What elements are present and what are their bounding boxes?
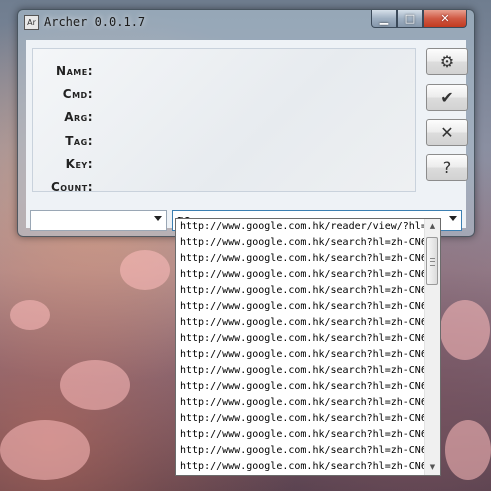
- checkmark-icon: ✔: [440, 88, 454, 107]
- scroll-down-icon[interactable]: ▼: [425, 460, 440, 475]
- window-title: Archer 0.0.1.7: [44, 15, 146, 29]
- desktop-wallpaper: Ar Archer 0.0.1.7 ▁ □ ✕ Name: Cmd: Arg: …: [0, 0, 491, 491]
- category-combo[interactable]: [30, 210, 167, 231]
- minimize-button[interactable]: ▁: [371, 10, 397, 28]
- maximize-button[interactable]: □: [397, 10, 423, 28]
- key-label: Key:: [65, 157, 93, 171]
- window-controls: ▁ □ ✕: [371, 10, 467, 29]
- list-item[interactable]: http://www.google.com.hk/search?hl=zh-CN…: [176, 251, 426, 267]
- close-icon: ✕: [440, 123, 454, 142]
- list-item[interactable]: http://www.google.com.hk/search?hl=zh-CN…: [176, 443, 426, 459]
- scroll-up-icon[interactable]: ▲: [425, 219, 440, 234]
- help-button[interactable]: ?: [426, 154, 468, 181]
- dropdown-scrollbar[interactable]: ▲ ▼: [424, 219, 440, 475]
- client-area: Name: Cmd: Arg: Tag: Key: Count: ⚙ ✔ ✕ ?: [26, 40, 468, 231]
- wallpaper-blossom: [0, 420, 90, 480]
- list-item[interactable]: http://www.google.com.hk/search?hl=zh-CN…: [176, 331, 426, 347]
- wallpaper-blossom: [60, 360, 130, 410]
- wallpaper-blossom: [10, 300, 50, 330]
- list-item[interactable]: http://www.google.com.hk/search?hl=zh-CN…: [176, 411, 426, 427]
- list-item[interactable]: http://www.google.com.hk/search?hl=zh-CN…: [176, 283, 426, 299]
- scrollbar-thumb[interactable]: [426, 237, 438, 285]
- name-label: Name:: [56, 64, 93, 78]
- wallpaper-blossom: [445, 420, 491, 480]
- list-item[interactable]: http://www.google.com.hk/search?hl=zh-CN…: [176, 235, 426, 251]
- info-panel: Name: Cmd: Arg: Tag: Key: Count:: [32, 48, 416, 194]
- list-item[interactable]: http://www.google.com.hk/reader/view/?hl…: [176, 219, 426, 235]
- suggestion-dropdown[interactable]: http://www.google.com.hk/reader/view/?hl…: [175, 218, 441, 476]
- cancel-button[interactable]: ✕: [426, 119, 468, 146]
- chevron-down-icon[interactable]: [154, 216, 162, 221]
- list-item[interactable]: http://www.google.com.hk/search?hl=zh-CN…: [176, 267, 426, 283]
- close-window-button[interactable]: ✕: [423, 10, 467, 28]
- list-item[interactable]: http://www.google.com.hk/search?hl=zh-CN…: [176, 459, 426, 475]
- tag-label: Tag:: [65, 134, 93, 148]
- list-item[interactable]: http://www.google.com.hk/search?hl=zh-CN…: [176, 299, 426, 315]
- chevron-down-icon[interactable]: [449, 216, 457, 221]
- cmd-label: Cmd:: [62, 87, 93, 101]
- list-item[interactable]: http://www.google.com.hk/search?hl=zh-CN…: [176, 363, 426, 379]
- title-bar[interactable]: Ar Archer 0.0.1.7 ▁ □ ✕: [18, 10, 474, 34]
- list-item[interactable]: http://www.google.com.hk/search?hl=zh-CN…: [176, 315, 426, 331]
- confirm-button[interactable]: ✔: [426, 84, 468, 111]
- grip-icon: [430, 258, 435, 266]
- arg-label: Arg:: [64, 110, 93, 124]
- app-icon: Ar: [24, 15, 39, 30]
- suggestion-list: http://www.google.com.hk/reader/view/?hl…: [176, 219, 426, 475]
- gear-icon: ⚙: [439, 52, 455, 71]
- settings-button[interactable]: ⚙: [426, 48, 468, 75]
- count-label: Count:: [50, 180, 93, 194]
- wallpaper-blossom: [440, 300, 490, 360]
- list-item[interactable]: http://www.google.com.hk/search?hl=zh-CN…: [176, 395, 426, 411]
- list-item[interactable]: http://www.google.com.hk/search?hl=zh-CN…: [176, 379, 426, 395]
- wallpaper-blossom: [120, 250, 170, 290]
- list-item[interactable]: http://www.google.com.hk/search?hl=zh-CN…: [176, 347, 426, 363]
- list-item[interactable]: http://www.google.com.hk/search?hl=zh-CN…: [176, 427, 426, 443]
- archer-window: Ar Archer 0.0.1.7 ▁ □ ✕ Name: Cmd: Arg: …: [17, 9, 475, 237]
- question-mark-icon: ?: [442, 158, 452, 177]
